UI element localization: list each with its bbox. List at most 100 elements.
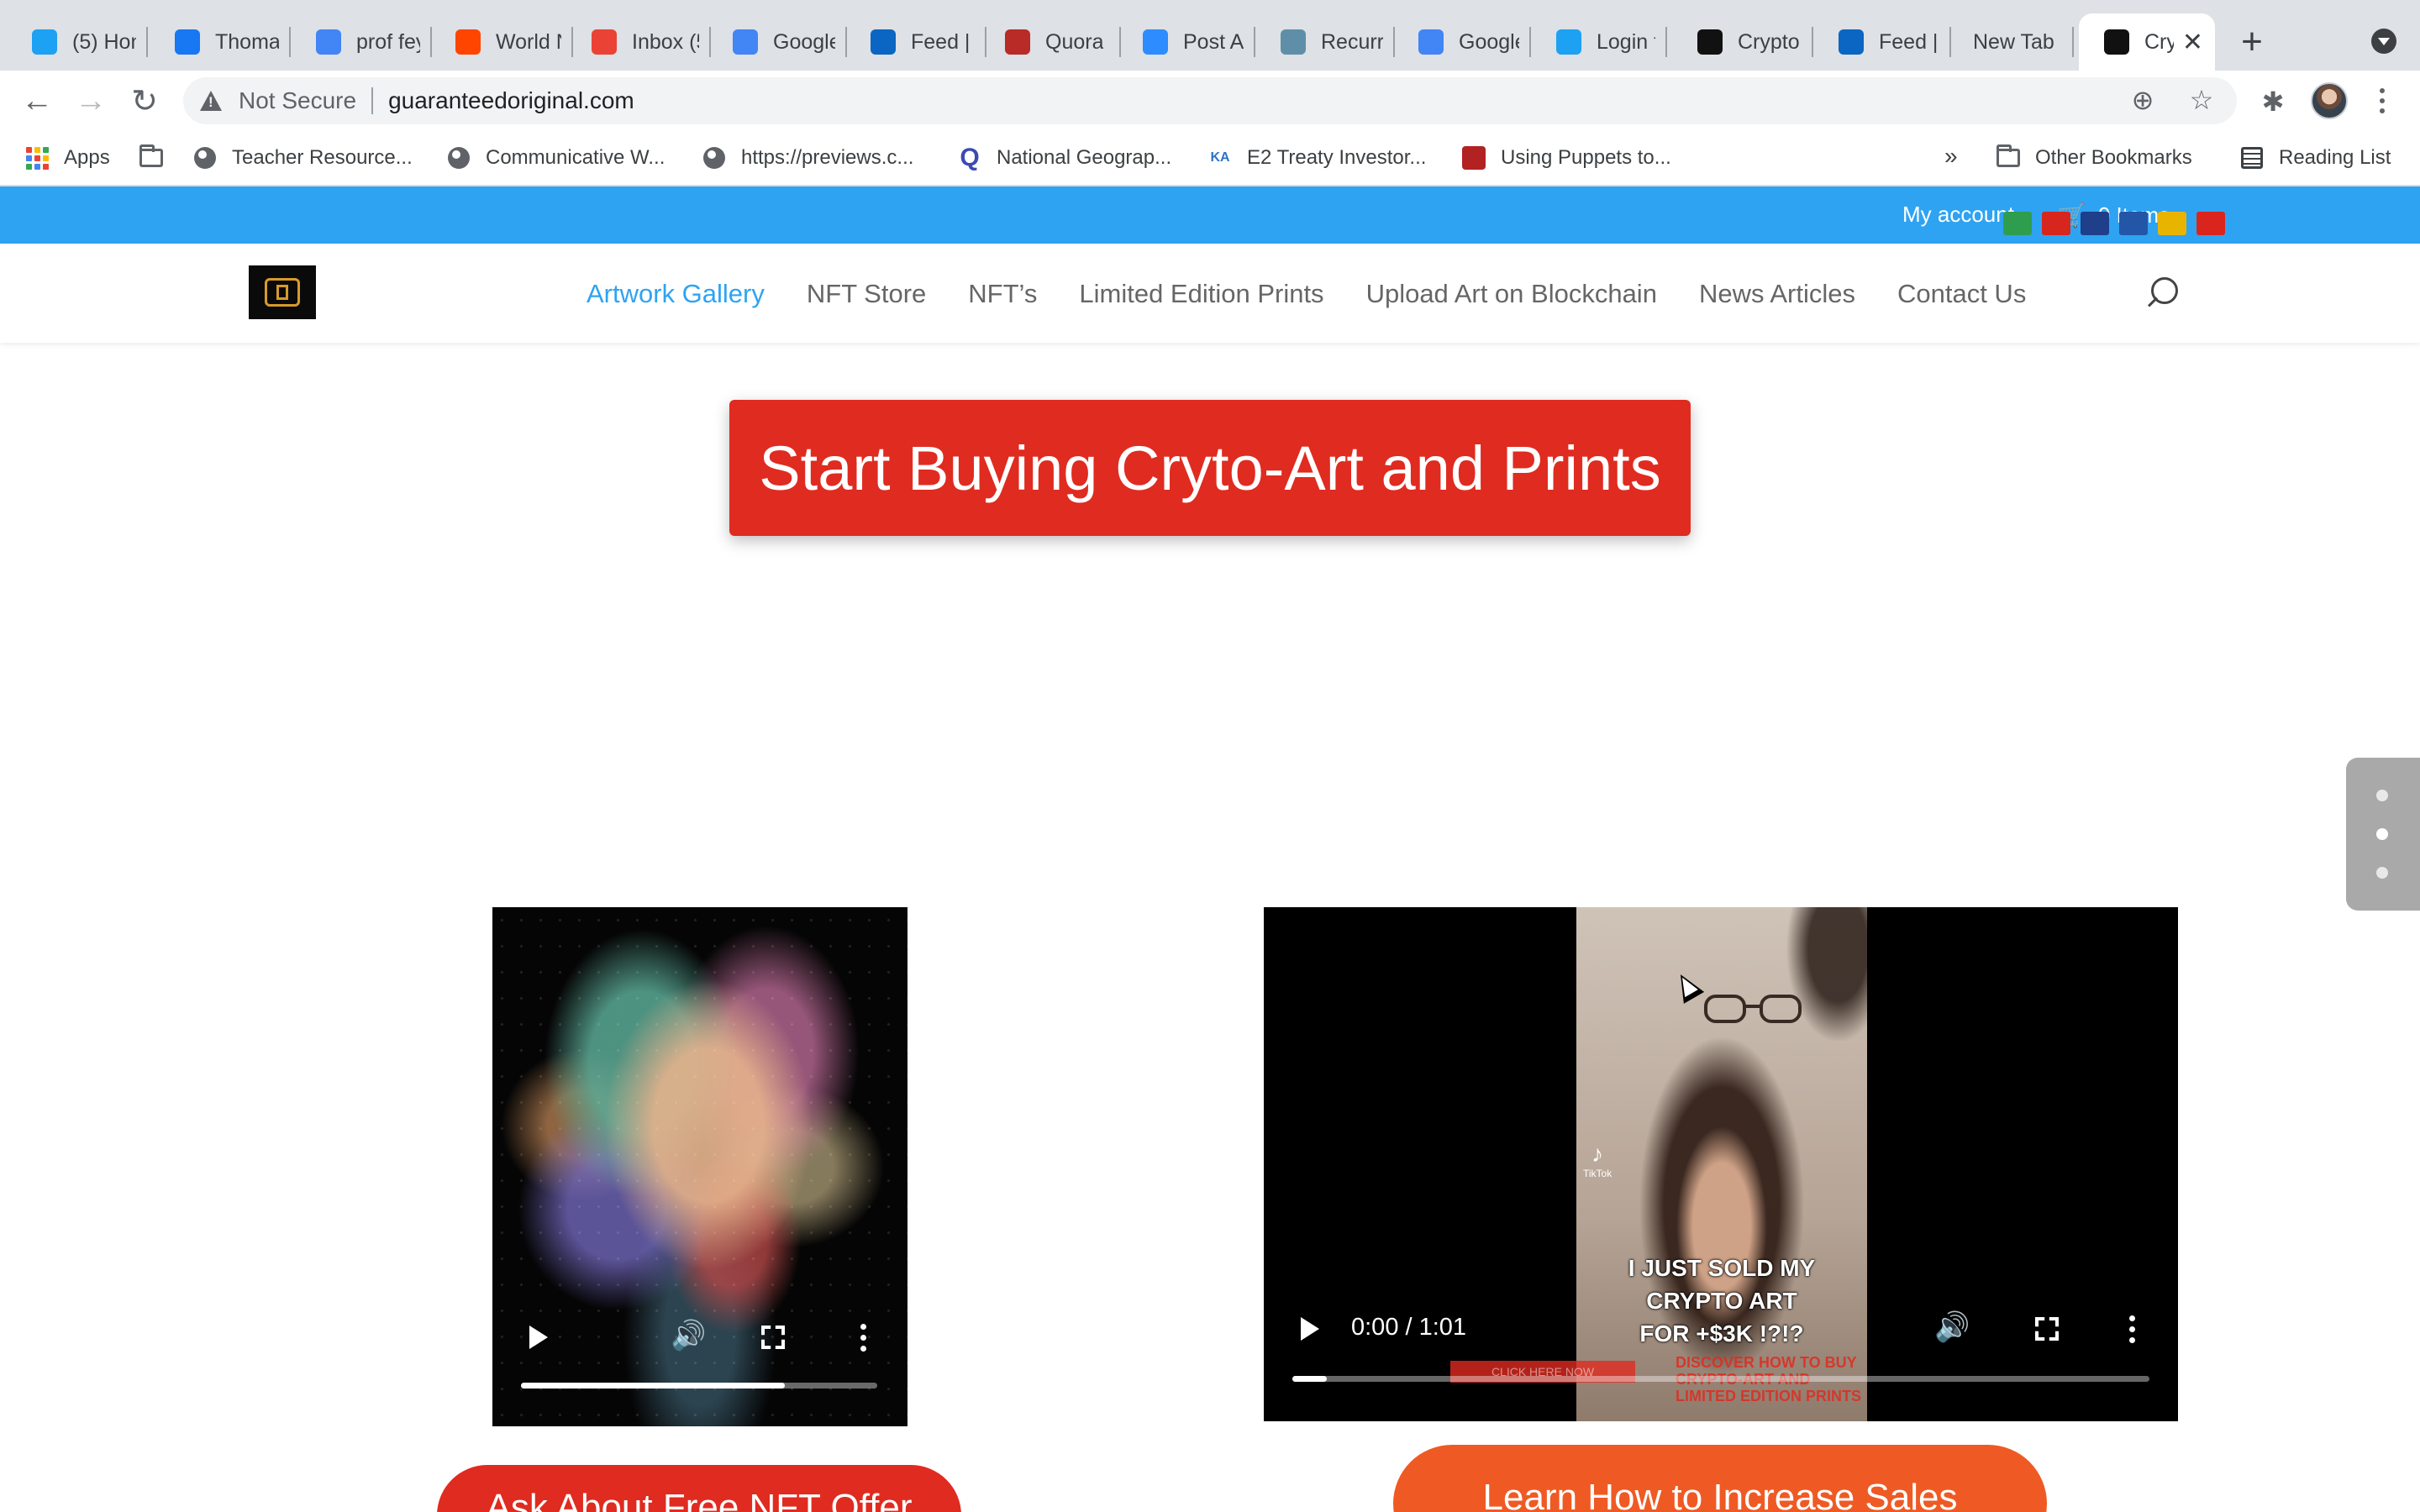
bookmarks-bar: Apps Teacher Resource... Communicative W… <box>0 131 2420 186</box>
browser-tab[interactable]: Feed | L <box>1813 13 1951 71</box>
globe-icon <box>702 146 726 170</box>
video-seek-progress <box>1292 1376 1327 1382</box>
nav-item-contact-us[interactable]: Contact Us <box>1897 279 2026 309</box>
bookmark-label: National Geograp... <box>997 146 1172 169</box>
browser-tab[interactable]: Crypto <box>1672 13 1813 71</box>
bookmark-apps[interactable]: Apps <box>25 141 110 175</box>
video-seek-bar[interactable] <box>521 1383 877 1389</box>
apps-grid-icon <box>25 146 49 170</box>
back-arrow-icon[interactable]: ← <box>18 82 55 119</box>
free-nft-offer-button[interactable]: Ask About Free NFT Offer <box>437 1465 961 1512</box>
bookmark-puppets[interactable]: Using Puppets to... <box>1462 141 1671 175</box>
tiktok-video-player[interactable]: ♪ TikTok I JUST SOLD MY CRYPTO ART FOR +$… <box>1264 907 2178 1421</box>
nav-item-artwork-gallery[interactable]: Artwork Gallery <box>587 279 765 309</box>
browser-tab[interactable]: Feed | L <box>845 13 986 71</box>
browser-tab[interactable]: Google <box>708 13 847 71</box>
bookmark-teacher-resources[interactable]: Teacher Resource... <box>193 141 413 175</box>
gmail-icon <box>592 29 617 55</box>
zoom-icon[interactable]: ⊕ <box>2126 84 2160 116</box>
language-flag-icon[interactable] <box>2158 212 2186 235</box>
start-buying-button[interactable]: Start Buying Cryto-Art and Prints <box>729 400 1691 536</box>
close-tab-icon[interactable]: ✕ <box>2174 28 2203 57</box>
nav-item-nft-store[interactable]: NFT Store <box>807 279 926 309</box>
nav-item-nft-s[interactable]: NFT’s <box>968 279 1037 309</box>
new-tab-button[interactable]: + <box>2235 20 2269 64</box>
bookmark-folder[interactable] <box>139 141 178 175</box>
browser-tab[interactable]: Thomas <box>150 13 291 71</box>
browser-tab[interactable]: New Tab <box>1948 13 2074 71</box>
language-flag-icon[interactable] <box>2003 212 2032 235</box>
volume-icon[interactable]: 🔊 <box>671 1319 706 1352</box>
reading-list[interactable]: Reading List <box>2240 141 2391 175</box>
browser-tab[interactable]: Recurri <box>1255 13 1395 71</box>
other-bookmarks[interactable]: Other Bookmarks <box>1996 141 2192 175</box>
play-icon[interactable] <box>1301 1317 1319 1341</box>
linkedin-icon <box>871 29 896 55</box>
url-text[interactable]: guaranteedoriginal.com <box>388 87 634 114</box>
tab-label: Inbox (5 <box>632 29 699 54</box>
forward-arrow-icon[interactable]: → <box>72 82 109 119</box>
security-label[interactable]: Not Secure <box>239 87 356 114</box>
glasses-shape <box>1704 995 1802 1023</box>
video-options-icon[interactable] <box>860 1324 867 1352</box>
language-flag-icon[interactable] <box>2042 212 2070 235</box>
video-options-icon[interactable] <box>2129 1315 2136 1343</box>
video-caption-line: CRYPTO ART <box>1646 1288 1797 1314</box>
profile-avatar[interactable] <box>2311 82 2348 119</box>
bookmark-e2-treaty[interactable]: KA E2 Treaty Investor... <box>1208 141 1426 175</box>
browser-toolbar: ← → ↻ Not Secure guaranteedoriginal.com … <box>0 71 2420 131</box>
extensions-puzzle-icon[interactable]: ✱ <box>2259 87 2287 117</box>
site-logo[interactable] <box>249 265 316 319</box>
section-dot-active[interactable] <box>2376 828 2388 840</box>
language-flag-icon[interactable] <box>2081 212 2109 235</box>
globe-icon <box>193 146 217 170</box>
play-icon[interactable] <box>529 1326 548 1349</box>
tab-label: Quora <box>1045 29 1104 54</box>
fullscreen-icon[interactable] <box>2035 1317 2059 1341</box>
section-dot[interactable] <box>2376 790 2388 801</box>
nav-item-limited-edition-prints[interactable]: Limited Edition Prints <box>1079 279 1323 309</box>
tab-active[interactable]: Cry ✕ <box>2079 13 2215 71</box>
nav-item-news-articles[interactable]: News Articles <box>1699 279 1855 309</box>
reload-icon[interactable]: ↻ <box>126 82 163 119</box>
my-account-link[interactable]: My account <box>1902 202 2014 228</box>
tab-label: (5) Hon <box>72 29 136 54</box>
address-bar[interactable]: Not Secure guaranteedoriginal.com ⊕ ☆ <box>183 77 2237 124</box>
tab-search-icon[interactable] <box>2371 29 2396 54</box>
bookmark-communicative[interactable]: Communicative W... <box>447 141 665 175</box>
fullscreen-icon[interactable] <box>761 1326 785 1349</box>
bookmark-label: https://previews.c... <box>741 146 914 169</box>
browser-tab[interactable]: Inbox (5 <box>566 13 711 71</box>
video-caption-line: I JUST SOLD MY <box>1628 1255 1816 1281</box>
video-seek-bar[interactable] <box>1292 1376 2149 1382</box>
increase-sales-button[interactable]: Learn How to Increase Sales <box>1393 1445 2047 1512</box>
browser-tab[interactable]: prof fey <box>291 13 432 71</box>
tab-label: Login to <box>1597 29 1655 54</box>
warning-icon[interactable] <box>200 91 222 111</box>
browser-tab[interactable]: Login to <box>1531 13 1667 71</box>
artwork-video-player[interactable]: 🔊 <box>492 907 908 1426</box>
quizlet-icon: Q <box>960 144 980 171</box>
bookmarks-more-chevron-icon[interactable]: » <box>1944 143 1958 170</box>
bookmark-star-icon[interactable]: ☆ <box>2185 84 2218 116</box>
bookmark-previews[interactable]: https://previews.c... <box>702 141 913 175</box>
puppet-icon <box>1462 146 1486 170</box>
tab-label: Feed | L <box>1879 29 1939 54</box>
browser-menu-icon[interactable] <box>2370 82 2395 119</box>
nav-item-upload-art-on-blockchain[interactable]: Upload Art on Blockchain <box>1366 279 1657 309</box>
browser-tab[interactable]: Google <box>1393 13 1531 71</box>
calendar-icon <box>1281 29 1306 55</box>
volume-icon[interactable]: 🔊 <box>1934 1310 1970 1344</box>
search-icon[interactable] <box>2144 276 2178 312</box>
section-dot[interactable] <box>2376 867 2388 879</box>
language-flag-icon[interactable] <box>2119 212 2148 235</box>
browser-tab[interactable]: Post At <box>1118 13 1255 71</box>
browser-tab[interactable]: World N <box>430 13 573 71</box>
google-icon <box>316 29 341 55</box>
reddit-icon <box>455 29 481 55</box>
language-flag-icon[interactable] <box>2196 212 2225 235</box>
browser-tab[interactable]: (5) Hon <box>7 13 148 71</box>
linkedin-icon <box>1839 29 1864 55</box>
bookmark-national-geographic[interactable]: Q National Geograp... <box>958 141 1171 175</box>
browser-tab[interactable]: Quora <box>980 13 1121 71</box>
